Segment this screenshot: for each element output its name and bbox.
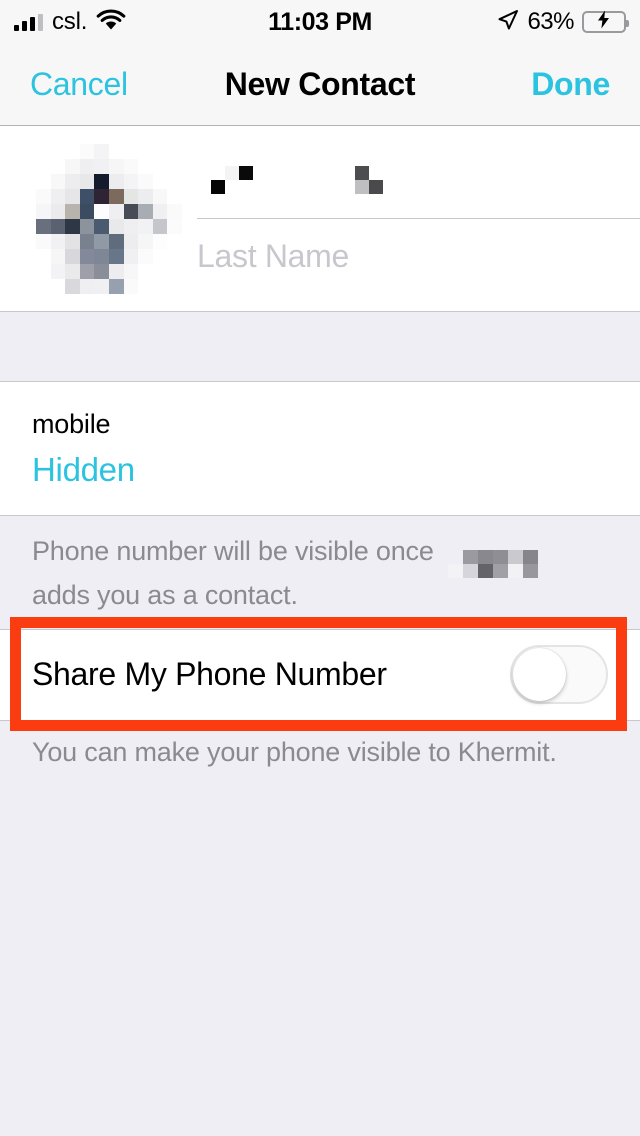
navigation-bar: Cancel New Contact Done (0, 44, 640, 126)
contact-photo[interactable] (36, 144, 182, 294)
toggle-knob (513, 648, 566, 702)
last-name-field[interactable]: Last Name (197, 219, 640, 293)
status-bar-left: csl. (14, 8, 126, 36)
share-my-phone-number-toggle[interactable] (510, 645, 608, 705)
done-button[interactable]: Done (531, 66, 610, 103)
status-bar: csl. 11:03 PM 63% (0, 0, 640, 44)
status-bar-right: 63% (497, 8, 629, 36)
name-section: Last Name (0, 126, 640, 312)
phone-section[interactable]: mobile Hidden (0, 382, 640, 516)
phone-visibility-note-before: Phone number will be visible once (32, 535, 434, 566)
battery-percent-label: 63% (527, 8, 574, 35)
battery-charging-icon (582, 10, 629, 33)
phone-visibility-note-after: adds you as a contact. (32, 579, 298, 610)
first-name-redacted-value (197, 166, 295, 194)
avatar-pixelated-image (36, 144, 182, 294)
share-my-phone-number-label: Share My Phone Number (32, 656, 387, 693)
contact-name-redacted (447, 549, 538, 578)
share-my-phone-number-row[interactable]: Share My Phone Number (0, 628, 640, 721)
location-arrow-icon (497, 9, 519, 36)
first-name-field[interactable] (197, 144, 640, 219)
share-phone-footer-note: You can make your phone visible to Kherm… (0, 720, 640, 768)
phone-number-value[interactable]: Hidden (32, 448, 640, 493)
signal-bars-icon (14, 13, 43, 31)
phone-type-label: mobile (32, 409, 111, 439)
first-name-redacted-value-2 (341, 166, 439, 194)
section-gap (0, 312, 640, 382)
wifi-icon (96, 9, 126, 36)
last-name-placeholder: Last Name (197, 237, 350, 274)
phone-visibility-note: Phone number will be visible once adds y… (0, 515, 640, 629)
carrier-label: csl. (52, 8, 88, 35)
name-fields: Last Name (197, 144, 640, 311)
share-row-wrapper: Share My Phone Number (0, 616, 640, 731)
